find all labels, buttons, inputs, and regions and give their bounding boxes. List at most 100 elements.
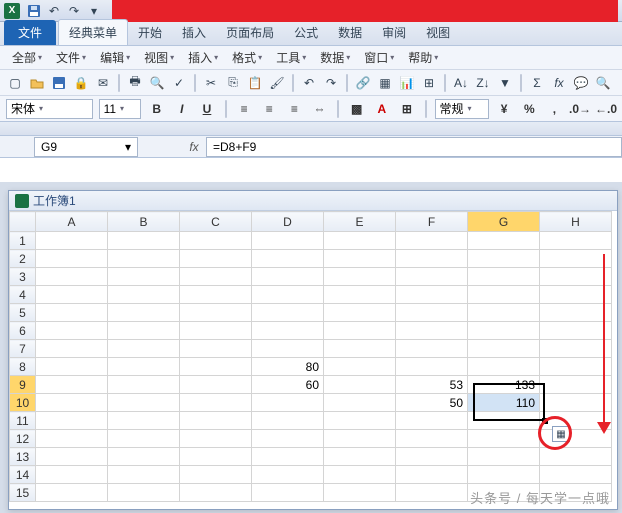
sort-asc-icon[interactable]: A↓ <box>452 74 470 92</box>
cell-B1[interactable] <box>108 232 180 250</box>
cell-B15[interactable] <box>108 484 180 502</box>
pivot-icon[interactable]: ⊞ <box>420 74 438 92</box>
cell-C9[interactable] <box>180 376 252 394</box>
cell-F13[interactable] <box>396 448 468 466</box>
cell-E4[interactable] <box>324 286 396 304</box>
menu-help[interactable]: 帮助▾ <box>402 46 444 69</box>
cell-C1[interactable] <box>180 232 252 250</box>
col-header-D[interactable]: D <box>252 212 324 232</box>
cell-E6[interactable] <box>324 322 396 340</box>
cell-F2[interactable] <box>396 250 468 268</box>
align-left-icon[interactable]: ≡ <box>235 99 254 119</box>
cell-D2[interactable] <box>252 250 324 268</box>
align-right-icon[interactable]: ≡ <box>285 99 304 119</box>
col-header-A[interactable]: A <box>36 212 108 232</box>
row-header-6[interactable]: 6 <box>10 322 36 340</box>
tab-file[interactable]: 文件 <box>4 20 56 45</box>
tab-formulas[interactable]: 公式 <box>284 20 328 45</box>
cell-F5[interactable] <box>396 304 468 322</box>
row-header-7[interactable]: 7 <box>10 340 36 358</box>
cell-A3[interactable] <box>36 268 108 286</box>
cell-H8[interactable] <box>540 358 612 376</box>
borders-icon[interactable]: ⊞ <box>397 99 416 119</box>
autofill-options-icon[interactable]: ▦ <box>552 426 570 442</box>
format-painter-icon[interactable]: 🖌 <box>268 74 286 92</box>
cell-B11[interactable] <box>108 412 180 430</box>
cell-H13[interactable] <box>540 448 612 466</box>
cell-C8[interactable] <box>180 358 252 376</box>
formula-input[interactable]: =D8+F9 <box>206 137 622 157</box>
cell-G9[interactable]: 133 <box>468 376 540 394</box>
cell-A12[interactable] <box>36 430 108 448</box>
cell-H5[interactable] <box>540 304 612 322</box>
row-header-13[interactable]: 13 <box>10 448 36 466</box>
row-header-8[interactable]: 8 <box>10 358 36 376</box>
cell-C13[interactable] <box>180 448 252 466</box>
cell-A10[interactable] <box>36 394 108 412</box>
cell-F9[interactable]: 53 <box>396 376 468 394</box>
cell-G5[interactable] <box>468 304 540 322</box>
font-color-icon[interactable]: A <box>372 99 391 119</box>
percent-icon[interactable]: % <box>520 99 539 119</box>
cell-C6[interactable] <box>180 322 252 340</box>
tab-view[interactable]: 视图 <box>416 20 460 45</box>
cell-C12[interactable] <box>180 430 252 448</box>
cell-B5[interactable] <box>108 304 180 322</box>
sort-desc-icon[interactable]: Z↓ <box>474 74 492 92</box>
comment-icon[interactable]: 💬 <box>572 74 590 92</box>
cell-C3[interactable] <box>180 268 252 286</box>
cell-G8[interactable] <box>468 358 540 376</box>
cell-E5[interactable] <box>324 304 396 322</box>
cell-B7[interactable] <box>108 340 180 358</box>
cell-A13[interactable] <box>36 448 108 466</box>
cell-G6[interactable] <box>468 322 540 340</box>
new-icon[interactable]: ▢ <box>6 74 24 92</box>
menu-edit[interactable]: 编辑▾ <box>94 46 136 69</box>
save-icon-2[interactable] <box>50 74 68 92</box>
zoom-icon[interactable]: 🔍 <box>594 74 612 92</box>
cell-E15[interactable] <box>324 484 396 502</box>
cell-A15[interactable] <box>36 484 108 502</box>
tab-insert[interactable]: 插入 <box>172 20 216 45</box>
redo-icon-2[interactable]: ↷ <box>322 74 340 92</box>
cell-H9[interactable] <box>540 376 612 394</box>
cell-G7[interactable] <box>468 340 540 358</box>
col-header-G[interactable]: G <box>468 212 540 232</box>
cell-E14[interactable] <box>324 466 396 484</box>
undo-icon[interactable]: ↶ <box>44 2 64 20</box>
cell-F4[interactable] <box>396 286 468 304</box>
cell-C11[interactable] <box>180 412 252 430</box>
qat-dropdown-icon[interactable]: ▾ <box>84 2 104 20</box>
cell-H7[interactable] <box>540 340 612 358</box>
font-name-combo[interactable]: 宋体▾ <box>6 99 93 119</box>
row-header-5[interactable]: 5 <box>10 304 36 322</box>
cell-E9[interactable] <box>324 376 396 394</box>
grid-area[interactable]: ABCDEFGH12345678809605313310501101112131… <box>9 211 617 509</box>
cell-H10[interactable] <box>540 394 612 412</box>
cell-D10[interactable] <box>252 394 324 412</box>
cell-E12[interactable] <box>324 430 396 448</box>
select-all-corner[interactable] <box>10 212 36 232</box>
row-header-12[interactable]: 12 <box>10 430 36 448</box>
row-header-3[interactable]: 3 <box>10 268 36 286</box>
chevron-down-icon[interactable]: ▾ <box>125 140 131 154</box>
comma-icon[interactable]: , <box>545 99 564 119</box>
cell-E1[interactable] <box>324 232 396 250</box>
cell-C10[interactable] <box>180 394 252 412</box>
cell-A11[interactable] <box>36 412 108 430</box>
row-header-10[interactable]: 10 <box>10 394 36 412</box>
decrease-decimal-icon[interactable]: ←.0 <box>596 99 616 119</box>
cell-C2[interactable] <box>180 250 252 268</box>
cell-G3[interactable] <box>468 268 540 286</box>
hyperlink-icon[interactable]: 🔗 <box>354 74 372 92</box>
autosum-icon[interactable]: Σ <box>528 74 546 92</box>
function-icon[interactable]: fx <box>550 74 568 92</box>
cell-F11[interactable] <box>396 412 468 430</box>
cell-A14[interactable] <box>36 466 108 484</box>
name-box[interactable]: G9 ▾ <box>34 137 138 157</box>
save-icon[interactable] <box>24 2 44 20</box>
cell-B14[interactable] <box>108 466 180 484</box>
cell-F3[interactable] <box>396 268 468 286</box>
cell-D5[interactable] <box>252 304 324 322</box>
cell-A1[interactable] <box>36 232 108 250</box>
